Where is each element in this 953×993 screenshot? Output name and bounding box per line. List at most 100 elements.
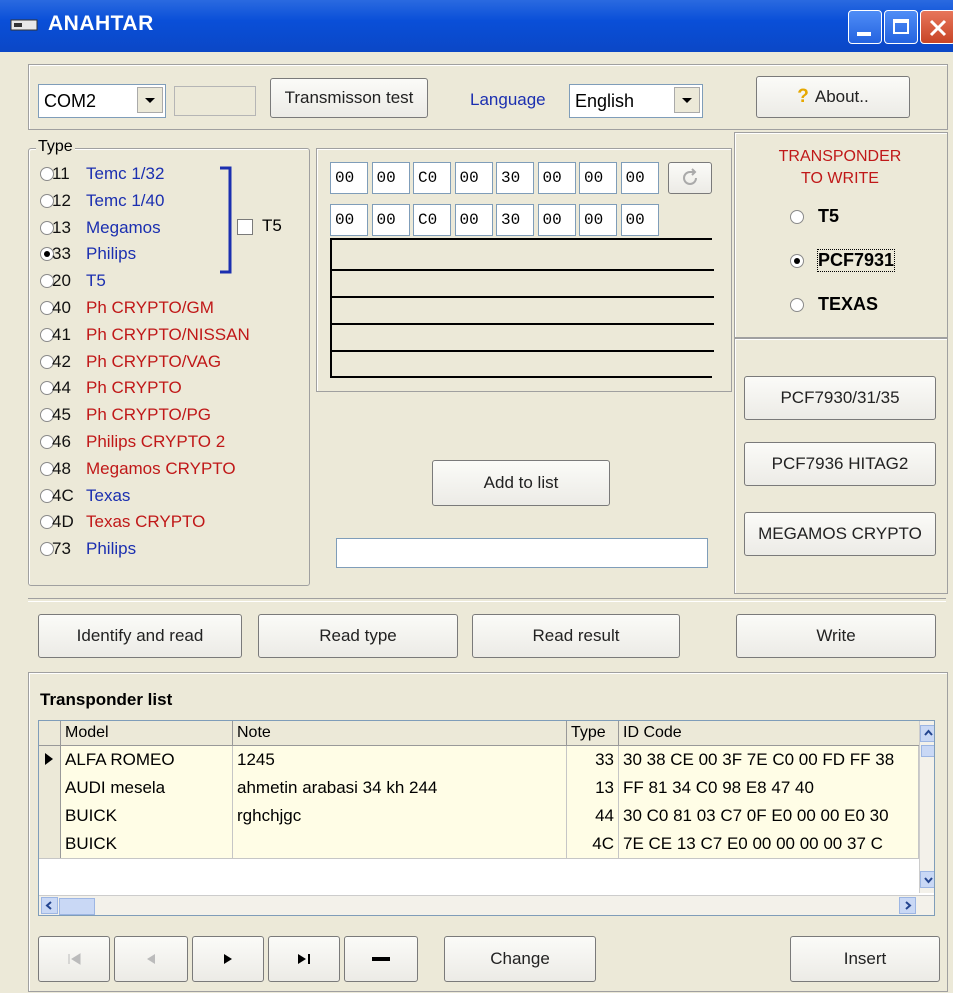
title-bar[interactable]: ANAHTAR (0, 0, 953, 52)
row-indicator[interactable] (39, 746, 61, 774)
cell-model[interactable]: ALFA ROMEO (61, 746, 233, 774)
port-dropdown-arrow[interactable] (137, 87, 163, 113)
hex-byte-input[interactable]: C0 (413, 162, 451, 194)
cell-id[interactable]: 30 C0 81 03 C7 0F E0 00 00 E0 30 (619, 802, 919, 830)
read-type-button[interactable]: Read type (258, 614, 458, 658)
hex-byte-input[interactable]: 30 (496, 162, 534, 194)
cell-model[interactable]: BUICK (61, 802, 233, 830)
add-to-list-button[interactable]: Add to list (432, 460, 610, 506)
transponder-radio-t5[interactable] (790, 210, 804, 224)
hex-byte-input[interactable]: 00 (371, 204, 410, 236)
row-indicator[interactable] (39, 774, 61, 802)
hex-byte-input[interactable]: 00 (537, 204, 576, 236)
transponder-option-label[interactable]: PCF7931 (816, 249, 896, 272)
insert-button[interactable]: Insert (790, 936, 940, 982)
language-select[interactable]: English (569, 84, 703, 118)
transmission-test-button[interactable]: Transmisson test (270, 78, 428, 118)
row-indicator[interactable] (39, 802, 61, 830)
close-button[interactable] (920, 10, 953, 44)
cell-type[interactable]: 33 (567, 746, 619, 774)
scroll-left-button[interactable] (41, 897, 58, 914)
pcf7936-button[interactable]: PCF7936 HITAG2 (744, 442, 936, 486)
scroll-up-button[interactable] (920, 725, 934, 742)
identify-and-read-button[interactable]: Identify and read (38, 614, 242, 658)
scroll-thumb[interactable] (921, 745, 934, 757)
hex-byte-input[interactable]: 00 (371, 162, 410, 194)
hex-byte-input[interactable]: 00 (454, 162, 493, 194)
hex-byte-input[interactable]: 00 (620, 162, 659, 194)
read-result-button[interactable]: Read result (472, 614, 680, 658)
cell-type[interactable]: 4C (567, 830, 619, 858)
nav-next-button[interactable] (192, 936, 264, 982)
type-option-46[interactable]: 46 Philips CRYPTO 2 (52, 432, 225, 452)
cell-id[interactable]: 30 38 CE 00 3F 7E C0 00 FD FF 38 (619, 746, 919, 774)
port-select[interactable]: COM2 (38, 84, 166, 118)
nav-last-button[interactable] (268, 936, 340, 982)
cell-note[interactable]: ahmetin arabasi 34 kh 244 (233, 774, 567, 802)
transponder-radio-pcf7931[interactable] (790, 254, 804, 268)
column-note[interactable]: Note (233, 721, 567, 745)
scroll-down-button[interactable] (920, 871, 934, 888)
type-option-13[interactable]: 13 Megamos (52, 218, 161, 238)
horizontal-scrollbar[interactable] (39, 895, 934, 915)
cell-id[interactable]: FF 81 34 C0 98 E8 47 40 (619, 774, 919, 802)
transponder-option-label[interactable]: TEXAS (818, 294, 878, 315)
type-option-41[interactable]: 41 Ph CRYPTO/NISSAN (52, 325, 250, 345)
nav-prev-button[interactable] (114, 936, 188, 982)
type-option-4D[interactable]: 4D Texas CRYPTO (52, 512, 205, 532)
cell-note[interactable]: 1245 (233, 746, 567, 774)
type-option-73[interactable]: 73 Philips (52, 539, 136, 559)
hex-byte-input[interactable]: 00 (620, 204, 659, 236)
cell-model[interactable]: BUICK (61, 830, 233, 858)
nav-delete-button[interactable] (344, 936, 418, 982)
pcf7930-button[interactable]: PCF7930/31/35 (744, 376, 936, 420)
maximize-button[interactable] (884, 10, 918, 44)
language-dropdown-arrow[interactable] (674, 87, 700, 113)
type-option-11[interactable]: 11 Temc 1/32 (52, 164, 164, 184)
refresh-button[interactable] (668, 162, 712, 194)
row-indicator[interactable] (39, 830, 61, 858)
hex-byte-input[interactable]: 00 (579, 162, 617, 194)
cell-type[interactable]: 44 (567, 802, 619, 830)
cell-note[interactable]: rghchjgc (233, 802, 567, 830)
write-button[interactable]: Write (736, 614, 936, 658)
type-option-33[interactable]: 33 Philips (52, 244, 136, 264)
hex-byte-input[interactable]: C0 (413, 204, 451, 236)
hex-byte-input[interactable]: 00 (454, 204, 493, 236)
vertical-scrollbar[interactable] (919, 721, 934, 893)
table-row[interactable]: AUDI mesela ahmetin arabasi 34 kh 244 13 FF… (39, 774, 919, 803)
type-option-20[interactable]: 20 T5 (52, 271, 106, 291)
type-option-44[interactable]: 44 Ph CRYPTO (52, 378, 182, 398)
hex-byte-input[interactable]: 30 (496, 204, 534, 236)
cell-note[interactable] (233, 830, 567, 858)
scroll-right-button[interactable] (899, 897, 916, 914)
type-option-45[interactable]: 45 Ph CRYPTO/PG (52, 405, 211, 425)
table-row[interactable]: BUICK rghchjgc 44 30 C0 81 03 C7 0F E0 00 0… (39, 802, 919, 831)
hscroll-thumb[interactable] (59, 898, 95, 915)
transponder-option-label[interactable]: T5 (818, 206, 839, 227)
transponder-grid[interactable]: Model Note Type ID Code ALFA ROMEO 1245 33… (38, 720, 935, 916)
column-id-code[interactable]: ID Code (619, 721, 919, 745)
nav-first-button[interactable] (38, 936, 110, 982)
column-type[interactable]: Type (567, 721, 619, 745)
cell-model[interactable]: AUDI mesela (61, 774, 233, 802)
type-option-40[interactable]: 40 Ph CRYPTO/GM (52, 298, 214, 318)
type-option-48[interactable]: 48 Megamos CRYPTO (52, 459, 236, 479)
type-option-12[interactable]: 12 Temc 1/40 (52, 191, 164, 211)
table-row[interactable]: BUICK 4C 7E CE 13 C7 E0 00 00 00 00 37 C (39, 830, 919, 859)
table-row[interactable]: ALFA ROMEO 1245 33 30 38 CE 00 3F 7E C0 00 … (39, 746, 919, 775)
hex-byte-input[interactable]: 00 (579, 204, 617, 236)
minimize-button[interactable] (848, 10, 882, 44)
t5-checkbox[interactable] (237, 219, 253, 235)
transponder-radio-texas[interactable] (790, 298, 804, 312)
cell-type[interactable]: 13 (567, 774, 619, 802)
type-option-4C[interactable]: 4C Texas (52, 486, 130, 506)
column-model[interactable]: Model (61, 721, 233, 745)
hex-byte-input[interactable]: 00 (537, 162, 576, 194)
hex-byte-input[interactable]: 00 (330, 204, 368, 236)
megamos-crypto-button[interactable]: MEGAMOS CRYPTO (744, 512, 936, 556)
about-button[interactable]: ? About.. (756, 76, 910, 118)
hex-byte-input[interactable]: 00 (330, 162, 368, 194)
cell-id[interactable]: 7E CE 13 C7 E0 00 00 00 00 37 C (619, 830, 919, 858)
type-option-42[interactable]: 42 Ph CRYPTO/VAG (52, 352, 221, 372)
